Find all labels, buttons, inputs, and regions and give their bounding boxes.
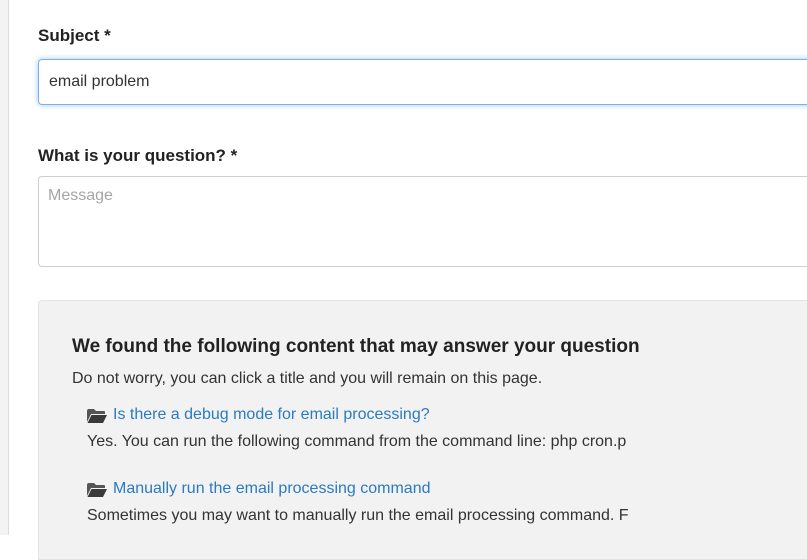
- suggestion-item: Manually run the email processing comman…: [87, 480, 629, 525]
- subject-label: Subject *: [38, 26, 111, 45]
- suggestions-heading: We found the following content that may …: [72, 336, 640, 357]
- question-label: What is your question? *: [38, 146, 238, 165]
- folder-icon: [87, 483, 107, 497]
- suggestion-item: Is there a debug mode for email processi…: [87, 406, 626, 451]
- suggestion-snippet: Sometimes you may want to manually run t…: [87, 507, 629, 524]
- suggestions-subtitle: Do not worry, you can click a title and …: [72, 370, 543, 387]
- folder-icon: [87, 409, 107, 423]
- suggestion-link-manual-run[interactable]: Manually run the email processing comman…: [113, 480, 430, 498]
- message-textarea[interactable]: [38, 176, 807, 267]
- suggestion-snippet: Yes. You can run the following command f…: [87, 433, 627, 450]
- left-border-strip: [0, 0, 9, 535]
- suggestion-link-debug-mode[interactable]: Is there a debug mode for email processi…: [113, 406, 430, 424]
- suggested-content-panel: We found the following content that may …: [38, 300, 807, 560]
- subject-input[interactable]: [38, 59, 807, 105]
